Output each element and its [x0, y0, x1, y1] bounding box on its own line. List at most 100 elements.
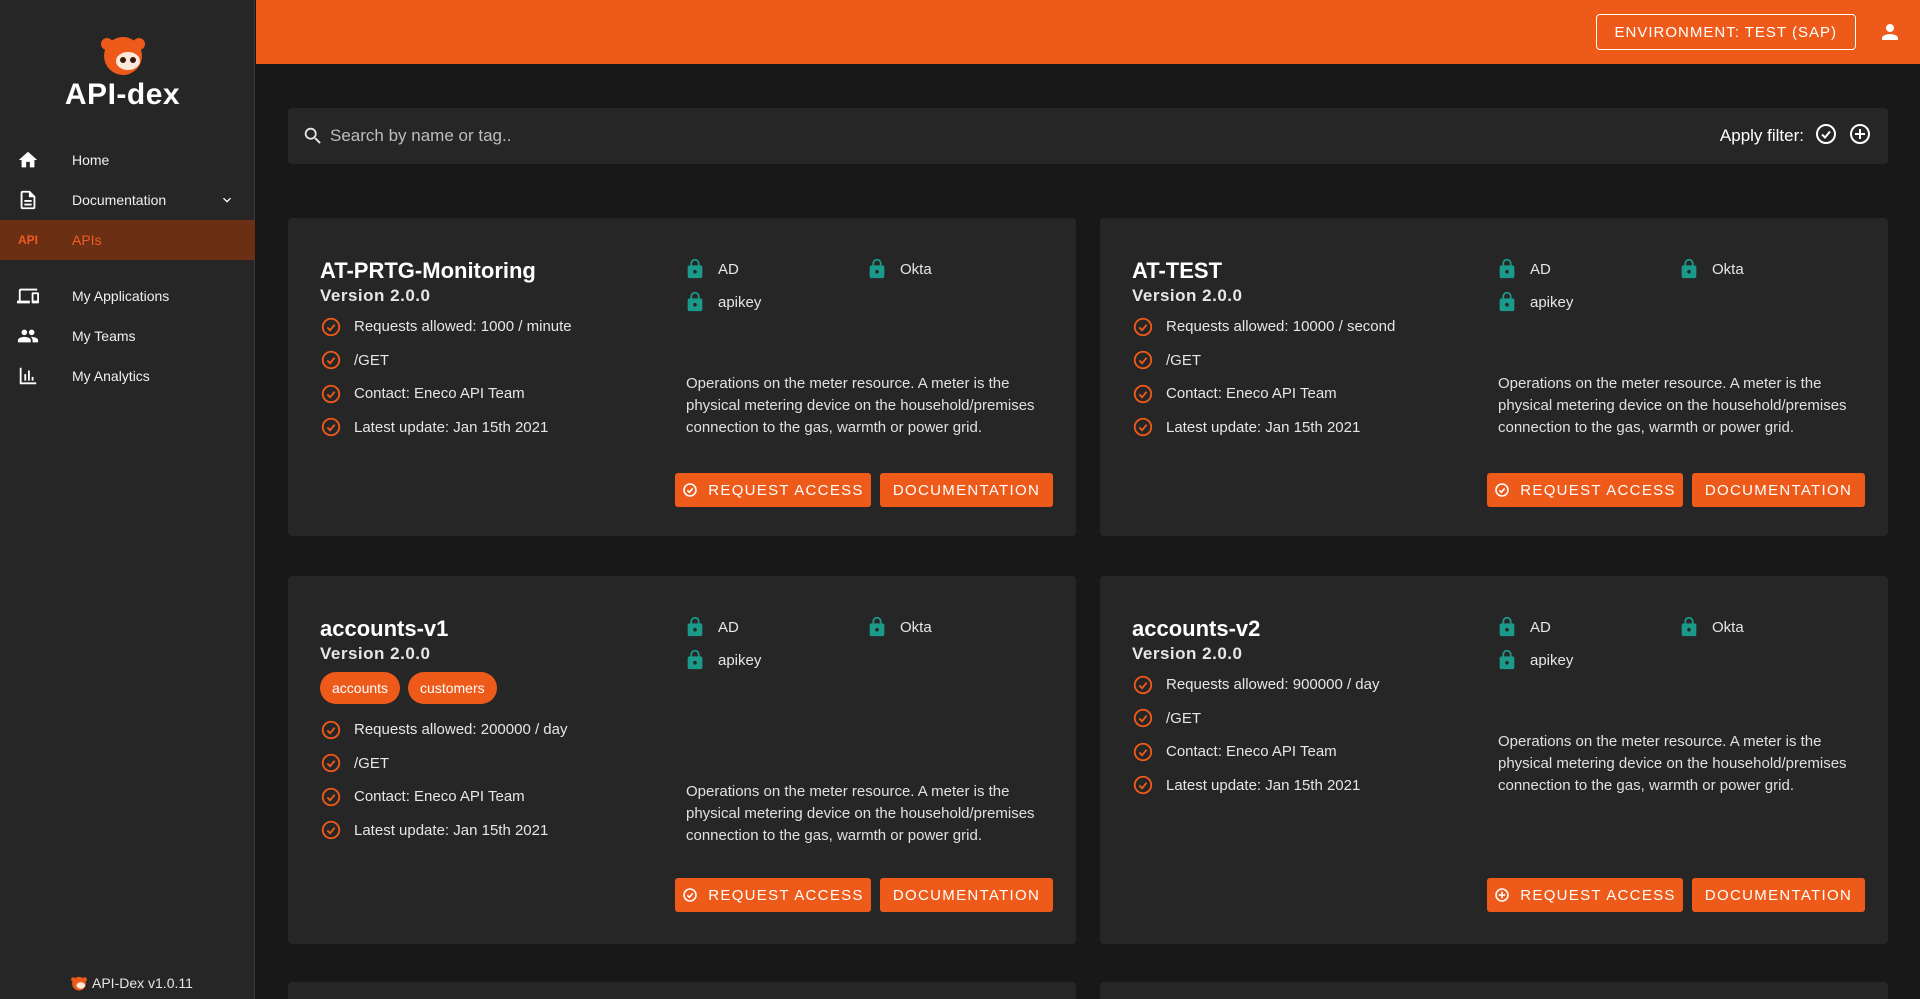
api-fact-text: /GET — [354, 351, 390, 369]
sidebar-item-label: My Analytics — [72, 368, 150, 384]
environment-button[interactable]: ENVIRONMENT: TEST (SAP) — [1595, 14, 1856, 50]
request-access-label: REQUEST ACCESS — [1520, 481, 1676, 499]
tag-list: accounts customers — [320, 672, 497, 704]
request-access-button[interactable]: REQUEST ACCESS — [675, 473, 871, 507]
api-fact-text: Contact: Eneco API Team — [1166, 385, 1337, 403]
api-card-partial — [288, 982, 1076, 999]
request-access-button[interactable]: REQUEST ACCESS — [1487, 878, 1683, 912]
auth-method: Okta — [1678, 616, 1744, 638]
tag-chip[interactable]: customers — [408, 672, 497, 704]
api-fact-text: Contact: Eneco API Team — [354, 788, 525, 806]
api-card: AT-TEST Version 2.0.0 Requests allowed: 10… — [1100, 218, 1888, 536]
sidebar: API-dex Home Documentation API APIs My A… — [0, 0, 255, 999]
sidebar-item-documentation[interactable]: Documentation — [0, 180, 255, 220]
auth-method-label: apikey — [718, 651, 762, 669]
lock-icon — [866, 616, 888, 638]
check-circle-icon — [320, 786, 342, 808]
check-circle-icon[interactable] — [1814, 122, 1838, 151]
app-logo[interactable]: API-dex — [0, 32, 245, 112]
api-card-partial — [1100, 982, 1888, 999]
plus-circle-icon — [1494, 887, 1510, 903]
request-access-label: REQUEST ACCESS — [708, 481, 864, 499]
search-input[interactable] — [330, 126, 1530, 146]
api-title[interactable]: accounts-v1 — [320, 616, 448, 642]
sidebar-item-label: My Teams — [72, 328, 136, 344]
api-facts: Requests allowed: 1000 / minute/GET Conta… — [320, 310, 650, 444]
auth-method-label: Okta — [1712, 618, 1744, 636]
api-fact-text: Requests allowed: 200000 / day — [354, 721, 568, 739]
documentation-button[interactable]: DOCUMENTATION — [1692, 878, 1865, 912]
sidebar-item-label: Documentation — [72, 192, 167, 208]
api-facts: Requests allowed: 10000 / second/GET Cont… — [1132, 310, 1462, 444]
auth-method: apikey — [1496, 649, 1573, 671]
devices-icon — [16, 284, 40, 308]
api-fact: Contact: Eneco API Team — [1132, 735, 1462, 769]
people-icon — [16, 324, 40, 348]
auth-method: apikey — [1496, 291, 1573, 313]
documentation-button[interactable]: DOCUMENTATION — [880, 878, 1053, 912]
request-access-label: REQUEST ACCESS — [1520, 886, 1676, 904]
auth-method-label: Okta — [900, 260, 932, 278]
check-circle-icon — [320, 752, 342, 774]
auth-method-label: Okta — [900, 618, 932, 636]
auth-method: AD — [1496, 616, 1551, 638]
api-icon: API — [17, 233, 38, 247]
auth-method-label: Okta — [1712, 260, 1744, 278]
api-card: accounts-v2 Version 2.0.0 Requests allowed… — [1100, 576, 1888, 944]
api-title[interactable]: accounts-v2 — [1132, 616, 1260, 642]
home-icon — [16, 148, 40, 172]
api-fact: Contact: Eneco API Team — [1132, 377, 1462, 411]
sidebar-item-home[interactable]: Home — [0, 140, 255, 180]
top-bar: ENVIRONMENT: TEST (SAP) — [256, 0, 1920, 64]
check-circle-icon — [682, 482, 698, 498]
check-circle-icon — [320, 349, 342, 371]
api-description: Operations on the meter resource. A mete… — [1498, 733, 1847, 794]
request-access-button[interactable]: REQUEST ACCESS — [1487, 473, 1683, 507]
monkey-logo-icon — [71, 976, 87, 991]
api-fact-text: Requests allowed: 10000 / second — [1166, 318, 1396, 336]
request-access-button[interactable]: REQUEST ACCESS — [675, 878, 871, 912]
sidebar-item-my-teams[interactable]: My Teams — [0, 316, 255, 356]
sidebar-item-label: My Applications — [72, 288, 170, 304]
api-fact-text: Requests allowed: 900000 / day — [1166, 676, 1380, 694]
chevron-down-icon[interactable] — [219, 192, 235, 211]
check-circle-icon — [1132, 674, 1154, 696]
user-icon[interactable] — [1878, 20, 1902, 44]
lock-icon — [684, 291, 706, 313]
tag-chip[interactable]: accounts — [320, 672, 401, 704]
auth-method: AD — [684, 616, 739, 638]
check-circle-icon — [1132, 349, 1154, 371]
api-description: Operations on the meter resource. A mete… — [1498, 375, 1847, 436]
lock-icon — [684, 649, 706, 671]
check-circle-icon — [1132, 741, 1154, 763]
api-facts: Requests allowed: 900000 / day/GET Contac… — [1132, 668, 1462, 802]
app-version-label: API-Dex v1.0.11 — [92, 975, 193, 991]
check-circle-icon — [682, 887, 698, 903]
api-title[interactable]: AT-PRTG-Monitoring — [320, 258, 536, 284]
documentation-button[interactable]: DOCUMENTATION — [880, 473, 1053, 507]
lock-icon — [1678, 258, 1700, 280]
documentation-button[interactable]: DOCUMENTATION — [1692, 473, 1865, 507]
api-fact: Latest update: Jan 15th 2021 — [320, 411, 650, 445]
monkey-logo-icon — [98, 32, 148, 76]
apply-filter: Apply filter: — [1720, 108, 1872, 164]
api-description: Operations on the meter resource. A mete… — [686, 783, 1035, 844]
auth-method: Okta — [866, 616, 932, 638]
api-version: Version 2.0.0 — [320, 644, 431, 663]
api-fact-text: Latest update: Jan 15th 2021 — [1166, 776, 1361, 794]
sidebar-item-apis[interactable]: API APIs — [0, 220, 255, 260]
api-fact: Contact: Eneco API Team — [320, 377, 650, 411]
lock-icon — [1496, 616, 1518, 638]
api-title[interactable]: AT-TEST — [1132, 258, 1222, 284]
card-actions: REQUEST ACCESS DOCUMENTATION — [675, 878, 1053, 912]
sidebar-item-my-analytics[interactable]: My Analytics — [0, 356, 255, 396]
card-actions: REQUEST ACCESS DOCUMENTATION — [675, 473, 1053, 507]
sidebar-item-my-applications[interactable]: My Applications — [0, 276, 255, 316]
auth-method-label: AD — [1530, 618, 1551, 636]
plus-circle-icon[interactable] — [1848, 122, 1872, 151]
api-version: Version 2.0.0 — [320, 286, 431, 305]
auth-method: apikey — [684, 649, 761, 671]
api-fact-text: Latest update: Jan 15th 2021 — [354, 418, 549, 436]
api-fact: /GET — [320, 344, 650, 378]
api-fact-text: Latest update: Jan 15th 2021 — [1166, 418, 1361, 436]
